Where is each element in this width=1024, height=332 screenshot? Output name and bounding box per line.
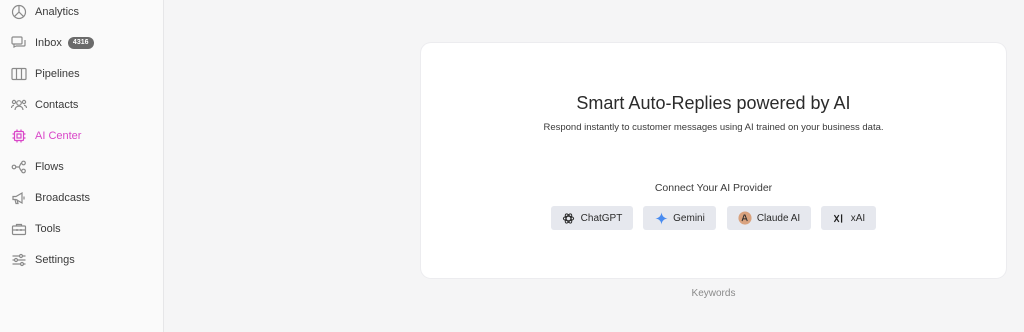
contacts-icon [10, 97, 28, 113]
keywords-section-label[interactable]: Keywords [421, 288, 1006, 299]
megaphone-icon [10, 190, 28, 206]
page-subtitle: Respond instantly to customer messages u… [543, 122, 884, 133]
anthropic-icon [738, 211, 752, 225]
sidebar-item-settings[interactable]: Settings [10, 249, 75, 271]
pipelines-icon [10, 66, 28, 82]
sidebar-item-label: Contacts [35, 99, 79, 111]
inbox-icon [10, 35, 28, 51]
claude-provider-button[interactable]: Claude AI [727, 206, 811, 230]
sidebar-item-contacts[interactable]: Contacts [10, 94, 78, 116]
sidebar-item-label: Pipelines [35, 68, 80, 80]
sliders-icon [10, 252, 28, 268]
sidebar-item-label: AI Center [35, 130, 82, 142]
chatgpt-provider-button[interactable]: ChatGPT [551, 206, 633, 230]
sidebar-item-label: Broadcasts [35, 192, 91, 204]
toolbox-icon [10, 221, 28, 237]
sidebar-item-tools[interactable]: Tools [10, 218, 61, 240]
sidebar-item-analytics[interactable]: Analytics [10, 1, 79, 23]
chatgpt-label: ChatGPT [580, 212, 623, 224]
sidebar-item-inbox[interactable]: Inbox 4316 [10, 32, 94, 54]
ai-chip-icon [10, 128, 28, 144]
connect-provider-heading: Connect Your AI Provider [654, 182, 773, 194]
sidebar: Analytics Inbox 4316 Pipelines Contacts … [0, 0, 164, 332]
sidebar-item-label: Inbox [35, 37, 62, 49]
flows-icon [10, 159, 28, 175]
sidebar-item-label: Flows [35, 161, 64, 173]
analytics-icon [10, 4, 28, 20]
xai-icon [832, 211, 846, 225]
ai-center-card: Smart Auto-Replies powered by AI Respond… [421, 43, 1006, 278]
sidebar-item-flows[interactable]: Flows [10, 156, 64, 178]
xai-label: xAI [850, 212, 866, 224]
sidebar-item-ai-center[interactable]: AI Center [10, 125, 81, 147]
gemini-provider-button[interactable]: Gemini [643, 206, 716, 230]
gemini-label: Gemini [673, 212, 705, 224]
openai-icon [562, 211, 576, 225]
page-title: Smart Auto-Replies powered by AI [576, 93, 851, 113]
provider-button-group: ChatGPT Gemini Claude AI xAI [421, 206, 1006, 230]
sidebar-item-label: Settings [35, 254, 75, 266]
gemini-sparkle-icon [654, 211, 668, 225]
inbox-count-badge: 4316 [67, 37, 94, 49]
sidebar-item-pipelines[interactable]: Pipelines [10, 63, 80, 85]
sidebar-item-label: Analytics [35, 6, 80, 18]
sidebar-item-broadcasts[interactable]: Broadcasts [10, 187, 90, 209]
xai-provider-button[interactable]: xAI [821, 206, 876, 230]
sidebar-item-label: Tools [35, 223, 61, 235]
claude-label: Claude AI [756, 212, 801, 224]
